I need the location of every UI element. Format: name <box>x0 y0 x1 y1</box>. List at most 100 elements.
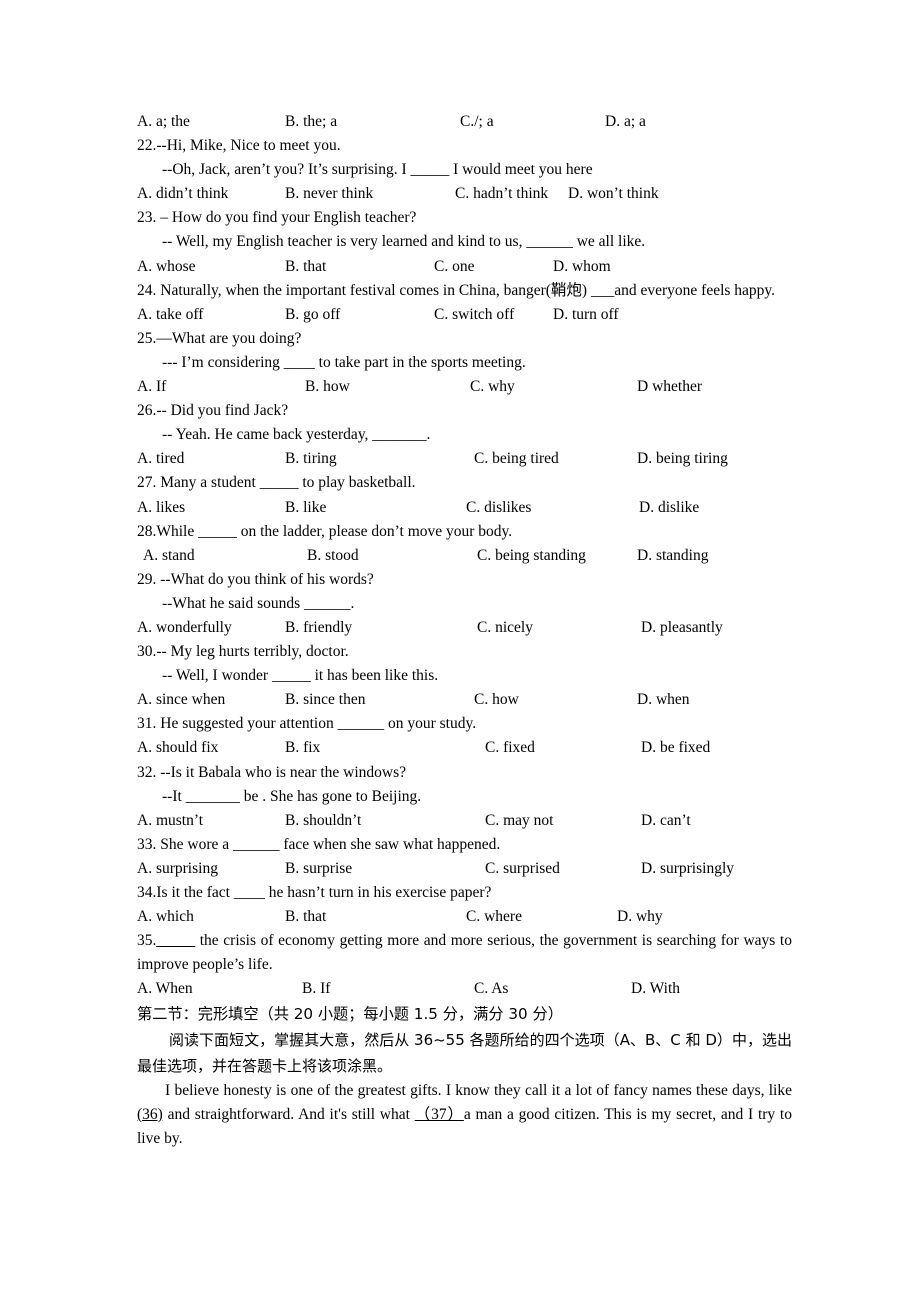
q24-option-b[interactable]: B. go off <box>285 303 340 327</box>
q35-number: 35. <box>137 932 157 950</box>
q31-options-row: A. should fix B. fix C. fixed D. be fixe… <box>137 736 792 760</box>
q35-blank: _____ <box>156 932 196 950</box>
q35-option-a[interactable]: A. When <box>137 977 193 1001</box>
q29-option-c[interactable]: C. nicely <box>477 616 533 640</box>
q24-options-row: A. take off B. go off C. switch off D. t… <box>137 303 792 327</box>
q25-option-a[interactable]: A. If <box>137 375 166 399</box>
q29-option-b[interactable]: B. friendly <box>285 616 352 640</box>
q32-option-b[interactable]: B. shouldn’t <box>285 809 361 833</box>
passage-part2: and straightforward. And it's still what <box>162 1105 415 1123</box>
q35-options-row: A. When B. If C. As D. With <box>137 977 792 1001</box>
section2-heading-text: 第二节：完形填空（共 20 小题；每小题 1.5 分，满分 30 分） <box>137 1005 563 1024</box>
q27-option-c[interactable]: C. dislikes <box>466 496 531 520</box>
q34-option-b[interactable]: B. that <box>285 905 326 929</box>
q25-option-d[interactable]: D whether <box>637 375 702 399</box>
section2-heading: 第二节：完形填空（共 20 小题；每小题 1.5 分，满分 30 分） <box>137 1001 792 1028</box>
q30-option-a[interactable]: A. since when <box>137 688 225 712</box>
q30-options-row: A. since when B. since then C. how D. wh… <box>137 688 792 712</box>
q24-option-a[interactable]: A. take off <box>137 303 203 327</box>
q30-reply: -- Well, I wonder _____ it has been like… <box>162 667 439 685</box>
q22-reply: --Oh, Jack, aren’t you? It’s surprising.… <box>162 161 593 179</box>
q31-option-d[interactable]: D. be fixed <box>641 736 710 760</box>
q27-option-b[interactable]: B. like <box>285 496 326 520</box>
q23-reply: -- Well, my English teacher is very lear… <box>162 233 646 251</box>
q24-option-d[interactable]: D. turn off <box>553 303 619 327</box>
q28-stem: 28.While _____ on the ladder, please don… <box>137 522 513 540</box>
exam-sheet: A. a; the B. the; a C./; a D. a; a 22.--… <box>137 110 792 1151</box>
q24-stem: 24. Naturally, when the important festiv… <box>137 281 776 299</box>
q32-options-row: A. mustn’t B. shouldn’t C. may not D. ca… <box>137 809 792 833</box>
q29-options-row: A. wonderfully B. friendly C. nicely D. … <box>137 616 792 640</box>
q35-option-c[interactable]: C. As <box>474 977 508 1001</box>
q34-options-row: A. which B. that C. where D. why <box>137 905 792 929</box>
q32-option-c[interactable]: C. may not <box>485 809 553 833</box>
q34-option-d[interactable]: D. why <box>617 905 663 929</box>
q28-option-d[interactable]: D. standing <box>637 544 708 568</box>
q21-option-c[interactable]: C./; a <box>460 110 494 134</box>
q22-stem: 22.--Hi, Mike, Nice to meet you. <box>137 137 341 155</box>
q33-options-row: A. surprising B. surprise C. surprised D… <box>137 857 792 881</box>
q25-stem: 25.—What are you doing? <box>137 329 302 347</box>
q32-option-d[interactable]: D. can’t <box>641 809 691 833</box>
q25-option-c[interactable]: C. why <box>470 375 515 399</box>
q35-option-b[interactable]: B. If <box>302 977 330 1001</box>
q25-option-b[interactable]: B. how <box>305 375 350 399</box>
q28-options-row: A. stand B. stood C. being standing D. s… <box>137 544 792 568</box>
q30-stem: 30.-- My leg hurts terribly, doctor. <box>137 643 349 661</box>
q28-option-a[interactable]: A. stand <box>143 544 195 568</box>
q26-option-d[interactable]: D. being tiring <box>637 447 728 471</box>
q29-option-a[interactable]: A. wonderfully <box>137 616 232 640</box>
q32-stem: 32. --Is it Babala who is near the windo… <box>137 763 407 781</box>
q23-option-d[interactable]: D. whom <box>553 255 611 279</box>
q21-option-d[interactable]: D. a; a <box>605 110 646 134</box>
q29-option-d[interactable]: D. pleasantly <box>641 616 723 640</box>
q27-options-row: A. likes B. like C. dislikes D. dislike <box>137 496 792 520</box>
q31-option-b[interactable]: B. fix <box>285 736 320 760</box>
q35-option-d[interactable]: D. With <box>631 977 680 1001</box>
exam-page: A. a; the B. the; a C./; a D. a; a 22.--… <box>0 0 920 1302</box>
q28-option-c[interactable]: C. being standing <box>477 544 586 568</box>
q29-reply: --What he said sounds ______. <box>162 594 355 612</box>
q33-option-b[interactable]: B. surprise <box>285 857 352 881</box>
q26-option-c[interactable]: C. being tired <box>474 447 559 471</box>
q26-option-a[interactable]: A. tired <box>137 447 184 471</box>
q27-stem: 27. Many a student _____ to play basketb… <box>137 474 416 492</box>
section2-instructions-text: 阅读下面短文，掌握其大意，然后从 36~55 各题所给的四个选项（A、B、C 和… <box>137 1031 792 1075</box>
q24-option-c[interactable]: C. switch off <box>434 303 514 327</box>
q34-stem: 34.Is it the fact ____ he hasn’t turn in… <box>137 884 492 901</box>
q30-option-d[interactable]: D. when <box>637 688 690 712</box>
q35-stem-text: the crisis of economy getting more and m… <box>137 932 792 974</box>
q25-reply: --- I’m considering ____ to take part in… <box>162 353 526 371</box>
q30-option-c[interactable]: C. how <box>474 688 519 712</box>
q23-stem: 23. – How do you find your English teach… <box>137 209 417 227</box>
q31-option-c[interactable]: C. fixed <box>485 736 535 760</box>
q27-option-d[interactable]: D. dislike <box>639 496 699 520</box>
q21-option-a[interactable]: A. a; the <box>137 110 190 134</box>
q23-option-b[interactable]: B. that <box>285 255 326 279</box>
q34-option-c[interactable]: C. where <box>466 905 522 929</box>
q32-option-a[interactable]: A. mustn’t <box>137 809 203 833</box>
cloze-passage: I believe honesty is one of the greatest… <box>137 1079 792 1151</box>
q26-reply: -- Yeah. He came back yesterday, _______… <box>162 426 431 444</box>
q22-option-c[interactable]: C. hadn’t think <box>455 182 548 206</box>
cloze-blank-37[interactable]: （37） <box>415 1106 464 1123</box>
q21-option-b[interactable]: B. the; a <box>285 110 337 134</box>
q22-option-a[interactable]: A. didn’t think <box>137 182 228 206</box>
q22-option-b[interactable]: B. never think <box>285 182 373 206</box>
q27-option-a[interactable]: A. likes <box>137 496 185 520</box>
q30-option-b[interactable]: B. since then <box>285 688 366 712</box>
q31-option-a[interactable]: A. should fix <box>137 736 218 760</box>
q26-option-b[interactable]: B. tiring <box>285 447 337 471</box>
q33-option-d[interactable]: D. surprisingly <box>641 857 734 881</box>
q23-option-a[interactable]: A. whose <box>137 255 196 279</box>
q28-option-b[interactable]: B. stood <box>307 544 359 568</box>
q34-option-a[interactable]: A. which <box>137 905 194 929</box>
cloze-blank-36[interactable]: (36) <box>137 1106 163 1123</box>
q33-option-c[interactable]: C. surprised <box>485 857 560 881</box>
q23-options-row: A. whose B. that C. one D. whom <box>137 255 792 279</box>
q22-option-d[interactable]: D. won’t think <box>568 182 659 206</box>
q23-option-c[interactable]: C. one <box>434 255 474 279</box>
q33-option-a[interactable]: A. surprising <box>137 857 218 881</box>
q31-stem: 31. He suggested your attention ______ o… <box>137 715 477 733</box>
q29-stem: 29. --What do you think of his words? <box>137 570 374 588</box>
